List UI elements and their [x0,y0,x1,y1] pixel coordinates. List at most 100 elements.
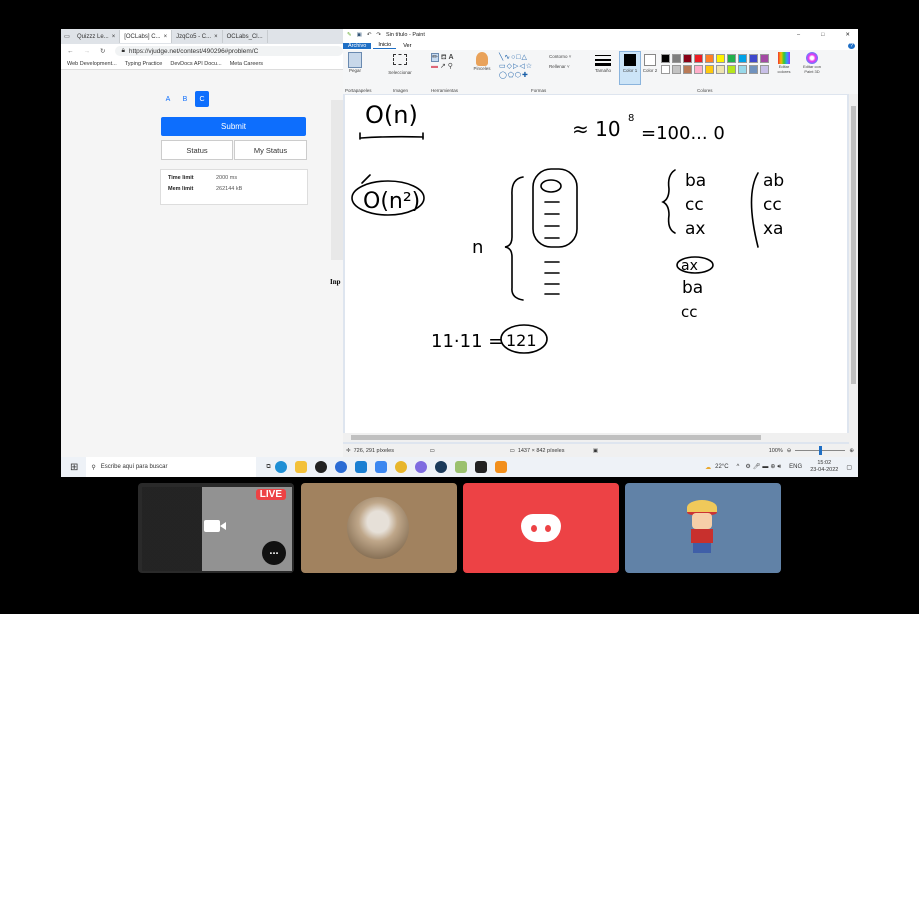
minimize-icon[interactable]: – [789,32,808,38]
pencil-icon[interactable]: ✏ [431,53,439,62]
more-options-button[interactable]: ... [262,541,286,565]
menu-ver[interactable]: Ver [398,43,416,49]
maximize-icon[interactable]: □ [813,32,832,38]
color-swatch[interactable] [716,54,725,63]
sublime-icon[interactable] [494,461,507,473]
screen-share-tile[interactable]: LIVE ... [138,483,294,573]
size-button[interactable]: Tamaño [593,52,613,73]
color-swatch[interactable] [672,65,681,74]
zoom-thumb[interactable] [819,446,823,455]
language-indicator[interactable]: ENG [789,464,802,470]
file-explorer-icon[interactable] [294,461,307,473]
url-field[interactable]: 🔒︎ https://vjudge.net/contest/490296#prob… [115,46,343,56]
zoom-slider[interactable] [795,446,846,455]
color-swatch[interactable] [749,54,758,63]
dell-icon[interactable] [314,461,327,473]
color-swatch[interactable] [694,54,703,63]
my-status-button[interactable]: My Status [234,140,307,160]
participant-cat-tile[interactable] [301,483,457,573]
help-icon[interactable]: ? [847,42,855,49]
bookmark-item[interactable]: Typing Practice [125,61,163,67]
browser-tab[interactable]: Quizzz Le... × [73,30,121,43]
color-swatch[interactable] [760,54,769,63]
vscroll-thumb[interactable] [851,106,856,384]
browser-tab[interactable]: JzqCo5 - C... × [172,30,223,43]
fill-dropdown[interactable]: Rellenar ˅ [549,64,570,69]
notifications-icon[interactable]: ▢ [846,464,852,471]
edge-icon[interactable] [274,461,287,473]
save-icon[interactable]: ▣ [357,32,362,38]
chrome-icon[interactable] [394,461,407,473]
discord-taskbar-icon[interactable] [414,461,427,473]
undo-icon[interactable]: ↶ [367,32,372,38]
outline-dropdown[interactable]: Contorno ˅ [549,54,571,59]
color-swatch[interactable] [672,54,681,63]
paint-taskbar-icon[interactable] [454,461,467,473]
zoom-out-icon[interactable]: ⊖ [787,448,792,454]
color-swatch[interactable] [727,65,736,74]
problem-tab-b[interactable]: B [178,91,192,107]
select-button[interactable]: Seleccionar [385,52,415,75]
magnifier-icon[interactable]: ⚲ [448,63,453,70]
color-swatch[interactable] [716,65,725,74]
redo-icon[interactable]: ↷ [376,32,381,38]
zoom-in-icon[interactable]: ⊕ [849,448,854,454]
submit-button[interactable]: Submit [161,117,306,136]
windows-start-icon[interactable]: ⊞ [70,462,78,473]
terminal-icon[interactable] [474,461,487,473]
bookmark-item[interactable]: Meta Careers [230,61,263,67]
color-swatch[interactable] [760,65,769,74]
paint3d-button[interactable]: Editar con Paint 3D [799,52,825,74]
problem-tab-c[interactable]: C [195,91,209,107]
bookmark-item[interactable]: DevDocs API Docu... [170,61,221,67]
color2-button[interactable]: Color 2 [642,52,658,73]
browser-tab-active[interactable]: [OCLabs] C... × [120,30,173,43]
forward-icon[interactable]: → [84,48,91,55]
color-swatch[interactable] [661,65,670,74]
fill-icon[interactable]: ⛾ [441,54,447,61]
picker-icon[interactable]: ↗ [440,63,446,70]
color-swatch[interactable] [661,54,670,63]
color-swatch[interactable] [683,54,692,63]
tray-chevron-icon[interactable]: ^ [737,464,740,470]
paste-button[interactable]: Pegar [347,52,363,80]
color-swatch[interactable] [705,54,714,63]
app-icon[interactable] [374,461,387,473]
reload-icon[interactable]: ↻ [100,47,105,55]
color-swatch[interactable] [738,54,747,63]
close-icon[interactable]: ✕ [837,32,858,38]
tab-actions-icon[interactable]: ▭ [61,33,73,40]
tray-icons[interactable]: ⚙🎤︎▬⊕🔊︎ [745,463,783,471]
steam-icon[interactable] [434,461,447,473]
edit-colors-button[interactable]: Editar colores [773,52,795,74]
problem-tab-a[interactable]: A [161,91,175,107]
horizontal-scrollbar[interactable] [343,433,849,442]
vertical-scrollbar[interactable] [849,94,858,444]
participant-luffy-tile[interactable] [625,483,781,573]
hscroll-thumb[interactable] [351,435,761,440]
color-swatch[interactable] [727,54,736,63]
color-swatch[interactable] [683,65,692,74]
chrome-profile-icon[interactable] [334,461,347,473]
color-swatch[interactable] [738,65,747,74]
brushes-button[interactable]: Pinceles [471,52,493,71]
clock[interactable]: 15:02 23-04-2022 [810,460,838,474]
status-button[interactable]: Status [161,140,233,160]
bookmark-item[interactable]: Web Development... [67,61,117,67]
vscode-icon[interactable] [354,461,367,473]
task-view-icon[interactable]: ⧉ [266,464,270,471]
shapes-gallery[interactable]: ╲∿○□△ ▭◇▷◁☆ ◯⬠⬡✚ [499,53,533,80]
taskbar-search[interactable]: ⚲ Escribe aquí para buscar [86,457,257,477]
menu-inicio[interactable]: Inicio [373,42,397,49]
participant-discord-tile[interactable] [463,483,619,573]
color-swatch[interactable] [705,65,714,74]
color1-button[interactable]: Color 1 [619,51,641,85]
back-icon[interactable]: ← [67,48,74,55]
browser-tab[interactable]: OCLabs_Cl... [223,30,268,43]
drawing-canvas[interactable]: O(n) ≈ 10 8 =100... 0 O(n²) n ba cc ax a… [345,95,847,436]
color-swatch[interactable] [749,65,758,74]
eraser-icon[interactable]: ▬ [431,63,438,70]
menu-archivo[interactable]: Archivo [343,42,372,49]
weather-icon[interactable]: ☁ [705,464,711,471]
color-swatch[interactable] [694,65,703,74]
